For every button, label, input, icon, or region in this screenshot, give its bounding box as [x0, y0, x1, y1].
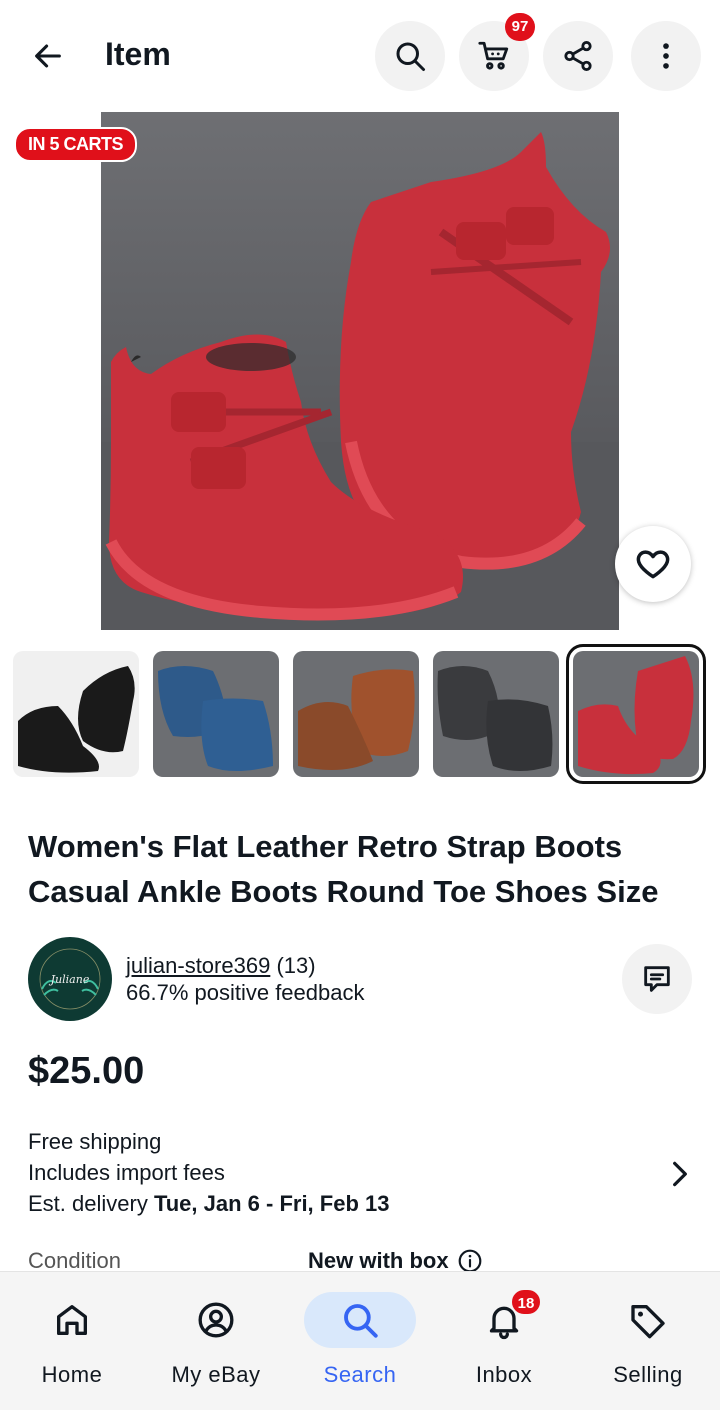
tag-icon	[631, 1305, 665, 1339]
bottom-navigation: Home My eBay Search 18 Inbox Selling	[0, 1271, 720, 1410]
seller-feedback: 66.7% positive feedback	[126, 980, 365, 1005]
in-carts-badge: IN 5 CARTS	[14, 127, 138, 162]
message-icon	[644, 966, 670, 992]
back-arrow-icon	[35, 44, 61, 68]
black-boots-thumbnail	[13, 651, 139, 777]
nav-search[interactable]: Search	[288, 1272, 432, 1410]
nav-my-ebay-label: My eBay	[171, 1362, 261, 1387]
thumbnail-gray[interactable]	[433, 651, 559, 777]
nav-search-label: Search	[323, 1362, 397, 1387]
red-boots-image	[101, 132, 619, 630]
thumbnail-brown[interactable]	[293, 651, 419, 777]
watch-button[interactable]	[615, 526, 691, 602]
share-icon	[564, 40, 592, 72]
nav-home-icon-wrap	[16, 1292, 128, 1348]
shipping-cost: Free shipping	[28, 1129, 162, 1154]
thumbnail-red[interactable]	[566, 644, 706, 784]
nav-home-label: Home	[41, 1362, 103, 1387]
main-product-image[interactable]	[101, 112, 619, 630]
nav-my-ebay-icon-wrap	[160, 1292, 272, 1348]
top-app-bar: Item 97	[0, 0, 720, 110]
seller-logo: Juliane	[39, 948, 101, 1010]
delivery-prefix: Est. delivery	[28, 1191, 154, 1216]
blue-boots-thumbnail	[153, 651, 279, 777]
nav-selling[interactable]: Selling	[576, 1272, 720, 1410]
nav-inbox-label: Inbox	[475, 1362, 533, 1387]
gray-boots-thumbnail	[433, 651, 559, 777]
seller-rating-count: (13)	[276, 953, 316, 978]
nav-inbox-icon-wrap: 18	[448, 1288, 560, 1348]
nav-inbox[interactable]: 18 Inbox	[432, 1272, 576, 1410]
brown-boots-thumbnail	[293, 651, 419, 777]
seller-info: julian-store369 (13)	[126, 953, 316, 979]
seller-avatar[interactable]: Juliane	[28, 937, 112, 1021]
search-icon	[344, 1304, 378, 1338]
more-vertical-icon	[663, 43, 669, 69]
nav-home[interactable]: Home	[0, 1272, 144, 1410]
nav-selling-icon-wrap	[592, 1292, 704, 1348]
search-button[interactable]	[375, 21, 445, 91]
user-circle-icon	[198, 1302, 234, 1338]
svg-text:Juliane: Juliane	[49, 973, 90, 986]
home-icon	[57, 1305, 88, 1335]
cart-button[interactable]: 97	[459, 13, 535, 91]
more-options-button[interactable]	[631, 21, 701, 91]
seller-name-link[interactable]: julian-store369	[126, 953, 270, 978]
share-button[interactable]	[543, 21, 613, 91]
cart-count-badge: 97	[505, 13, 535, 41]
thumbnail-black[interactable]	[13, 651, 139, 777]
back-button[interactable]	[22, 30, 74, 82]
item-title: Women's Flat Leather Retro Strap Boots C…	[28, 829, 659, 909]
delivery-dates: Tue, Jan 6 - Fri, Feb 13	[153, 1191, 390, 1216]
page-title: Item	[105, 36, 171, 72]
estimated-delivery: Est. delivery Tue, Jan 6 - Fri, Feb 13	[28, 1191, 389, 1217]
inbox-count-badge: 18	[510, 1288, 542, 1316]
nav-my-ebay[interactable]: My eBay	[144, 1272, 288, 1410]
item-price: $25.00	[28, 1050, 145, 1092]
heart-icon	[636, 550, 670, 579]
search-icon	[396, 42, 425, 71]
cart-icon	[478, 41, 509, 70]
nav-search-icon-wrap	[304, 1292, 416, 1348]
chevron-right-icon	[673, 1161, 687, 1187]
red-boots-thumbnail	[573, 651, 699, 777]
import-fees: Includes import fees	[28, 1160, 225, 1185]
contact-seller-button[interactable]	[622, 944, 692, 1014]
thumbnail-blue[interactable]	[153, 651, 279, 777]
nav-selling-label: Selling	[613, 1362, 683, 1387]
